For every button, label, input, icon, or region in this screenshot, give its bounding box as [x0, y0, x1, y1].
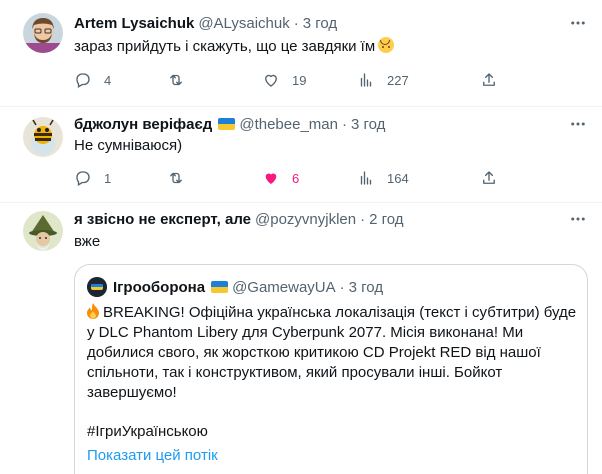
more-icon — [571, 217, 585, 221]
post-time[interactable]: 2 год — [369, 211, 403, 228]
author-handle[interactable]: @ALysaichuk — [198, 15, 289, 32]
fire-icon — [87, 303, 99, 319]
ukraine-flag-icon — [218, 118, 236, 130]
avatar-pozyvnyjklen[interactable] — [23, 211, 63, 251]
more-icon — [571, 122, 585, 126]
reply-text-content: зараз прийдуть і скажуть, що це завдяки … — [74, 38, 376, 55]
quoted-text-line-5: завершуємо! — [87, 384, 177, 401]
like-button-active[interactable]: 6 — [262, 168, 299, 188]
share-button[interactable] — [480, 70, 498, 90]
separator-dot: · — [339, 278, 345, 296]
gameway-avatar[interactable] — [87, 277, 107, 297]
more-icon — [571, 21, 585, 25]
divider — [0, 106, 602, 107]
avatar-artem[interactable] — [23, 13, 63, 53]
author-name[interactable]: Artem Lysaichuk — [74, 15, 194, 32]
share-button[interactable] — [480, 168, 498, 188]
upside-down-face-icon — [378, 37, 395, 53]
author-handle[interactable]: @pozyvnyjklen — [255, 211, 356, 228]
quoted-author-handle[interactable]: @GamewayUA — [232, 279, 336, 296]
avatar-thebee[interactable] — [23, 117, 63, 157]
repost-icon — [170, 74, 182, 86]
quoted-text-line-2: у DLC Phantom Libery для Cyberpunk 2077.… — [87, 324, 524, 341]
quoted-post-time[interactable]: 3 год — [349, 279, 383, 296]
show-thread-link[interactable]: Показати цей потік — [87, 447, 218, 464]
hashtag-link[interactable]: #ІгриУкраїнською — [87, 423, 208, 440]
separator-dot: · — [341, 115, 347, 133]
more-options-button[interactable] — [568, 114, 588, 134]
heart-icon — [265, 74, 277, 87]
quoted-text-line-3: добилися свого, як жорсткою критикою CD … — [87, 344, 541, 361]
reply-text: зараз прийдуть і скажуть, що це завдяки … — [74, 37, 395, 57]
reply-header: бджолун веріфаєд @thebee_man · 3 год — [74, 114, 385, 134]
views-button[interactable]: 227 — [357, 70, 409, 90]
views-count: 164 — [387, 170, 409, 186]
post-time[interactable]: 3 год — [303, 15, 337, 32]
quoted-tweet-text: BREAKING! Офіційна українська локалізаці… — [87, 303, 577, 403]
like-count: 6 — [292, 170, 300, 186]
author-name[interactable]: бджолун веріфаєд — [74, 116, 212, 133]
quoted-tweet-header: Ігрооборона @GamewayUA · 3 год — [87, 277, 383, 297]
share-icon — [483, 171, 495, 184]
repost-icon — [170, 172, 182, 184]
action-bar: 1 6 164 — [74, 168, 504, 188]
reply-header: я звісно не експерт, але @pozyvnyjklen ·… — [74, 209, 404, 229]
quoted-text-line-1: BREAKING! Офіційна українська локалізаці… — [103, 304, 577, 321]
reply-text: Не сумніваюся) — [74, 137, 183, 154]
like-count: 19 — [292, 72, 307, 88]
reply-button[interactable]: 4 — [74, 70, 111, 90]
more-options-button[interactable] — [568, 209, 588, 229]
share-icon — [483, 73, 495, 86]
reply-icon — [76, 73, 90, 88]
repost-button[interactable] — [167, 70, 197, 90]
views-button[interactable]: 164 — [357, 168, 409, 188]
reply-header: Artem Lysaichuk @ALysaichuk · 3 год — [74, 13, 337, 33]
reply-text: вже — [74, 233, 101, 250]
quoted-text-line: BREAKING! Офіційна українська локалізаці… — [87, 303, 577, 323]
quoted-text-line-4: спільноти, так і конструктивом, який про… — [87, 364, 503, 381]
action-bar: 4 19 227 — [74, 70, 504, 90]
separator-dot: · — [293, 14, 299, 32]
reply-button[interactable]: 1 — [74, 168, 111, 188]
quoted-tweet-card[interactable]: Ігрооборона @GamewayUA · 3 год BREAKING!… — [74, 264, 588, 474]
divider — [0, 202, 602, 203]
views-chart-icon — [360, 73, 372, 87]
reply-count: 1 — [104, 170, 112, 186]
reply-icon — [76, 171, 90, 186]
post-time[interactable]: 3 год — [351, 116, 385, 133]
repost-button[interactable] — [167, 168, 197, 188]
quoted-author-name[interactable]: Ігрооборона — [113, 279, 205, 296]
reply-count: 4 — [104, 72, 112, 88]
views-chart-icon — [360, 171, 372, 185]
author-handle[interactable]: @thebee_man — [239, 116, 338, 133]
heart-filled-icon — [265, 173, 277, 184]
views-count: 227 — [387, 72, 409, 88]
ukraine-flag-icon — [211, 281, 229, 293]
separator-dot: · — [360, 210, 366, 228]
like-button[interactable]: 19 — [262, 70, 306, 90]
author-name[interactable]: я звісно не експерт, але — [74, 211, 251, 228]
more-options-button[interactable] — [568, 13, 588, 33]
